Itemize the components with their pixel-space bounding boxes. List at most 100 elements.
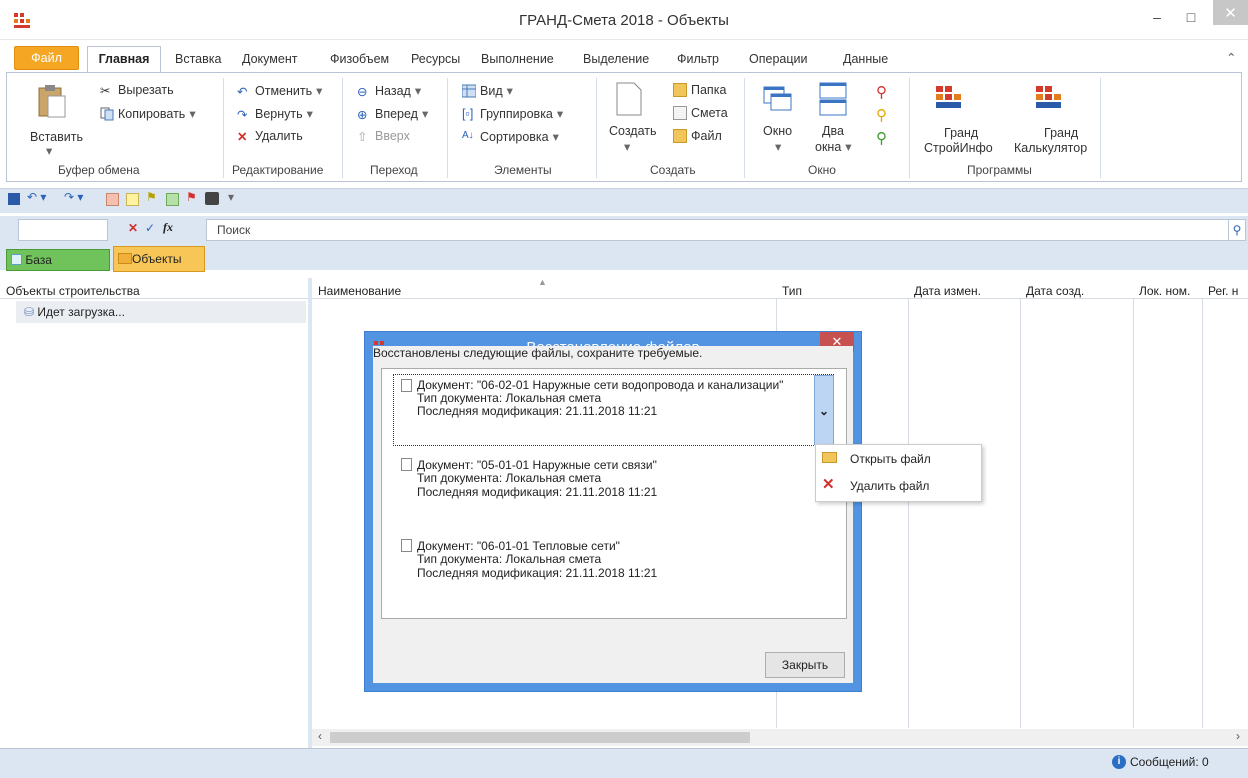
view-grid-icon (462, 84, 476, 97)
sort-az-icon: A↓ (462, 129, 474, 141)
messages-count[interactable]: Сообщений: 0 (1130, 755, 1209, 769)
create-button[interactable]: Создать (609, 124, 657, 138)
close-dialog-button[interactable]: Закрыть (765, 652, 845, 678)
info-icon: i (1112, 755, 1126, 769)
two-windows-icon (819, 82, 847, 116)
up-folder-icon: ⇧ (357, 130, 368, 144)
paste-icon (38, 85, 66, 118)
redo-button[interactable]: ↷ Вернуть ▾ (237, 106, 313, 122)
grand-stroyinfo-button[interactable]: СтройИнфо (924, 141, 993, 155)
window-cascade-icon (763, 86, 792, 111)
tree-item-loading[interactable]: ⛁ Идет загрузка... (16, 301, 306, 323)
file-1-dropdown-icon[interactable]: ⌄ (814, 375, 834, 445)
grouping-button[interactable]: [▫] Группировка ▾ (462, 106, 563, 122)
menu-open-file[interactable]: Открыть файл (850, 452, 931, 466)
tab-selection[interactable]: Выделение (583, 52, 649, 66)
red-flag-icon[interactable]: ⚑ (186, 190, 197, 204)
estimate-button[interactable]: Смета (673, 106, 728, 120)
document-icon (401, 458, 412, 471)
folder-button[interactable]: Папка (673, 83, 726, 97)
open-folder-icon (822, 452, 837, 463)
forward-button[interactable]: ⊕ Вперед ▾ (357, 106, 428, 122)
maximize-button[interactable]: □ (1176, 6, 1206, 28)
menu-delete-file[interactable]: Удалить файл (850, 479, 929, 493)
confirm-edit-icon[interactable]: ✓ (145, 221, 155, 235)
folder-label: Папка (691, 83, 727, 97)
elements-group-label: Элементы (494, 163, 552, 177)
copy-button[interactable]: Копировать ▾ (100, 106, 196, 121)
tab-resources[interactable]: Ресурсы (411, 52, 460, 66)
tab-home[interactable]: Главная (87, 46, 161, 73)
back-label: Назад (375, 83, 411, 98)
up-label: Вверх (375, 129, 410, 143)
up-button[interactable]: ⇧ Вверх (357, 129, 410, 144)
grand-stroyinfo-icon (936, 86, 961, 108)
color-salmon-icon[interactable] (106, 193, 119, 206)
col-type[interactable]: Тип (782, 284, 802, 298)
back-arrow-icon: ⊖ (357, 84, 368, 99)
col-reg-num[interactable]: Рег. н (1208, 284, 1248, 298)
back-button[interactable]: ⊖ Назад ▾ (357, 83, 421, 99)
search-icon[interactable]: ⚲ (1228, 219, 1246, 241)
undo-button[interactable]: ↶ Отменить ▾ (237, 83, 322, 99)
col-name[interactable]: Наименование (318, 284, 401, 298)
function-icon[interactable]: fx (163, 220, 173, 235)
color-yellow-icon[interactable] (126, 193, 139, 206)
delete-button[interactable]: ✕ Удалить (237, 129, 303, 144)
file-1-mod: Последняя модификация: 21.11.2018 11:21 (417, 404, 658, 418)
view-button[interactable]: Вид ▾ (462, 83, 513, 98)
col-created[interactable]: Дата созд. (1026, 284, 1084, 298)
database-icon: ⛁ (24, 305, 35, 319)
qat-undo-icon[interactable]: ↶ ▾ (27, 190, 46, 204)
cell-name-field[interactable] (18, 219, 108, 241)
col-modified[interactable]: Дата измен. (914, 284, 981, 298)
filter-flag-icon[interactable]: ⚑ (146, 190, 157, 204)
collapse-ribbon-icon[interactable]: ⌃ (1226, 50, 1236, 65)
tab-document[interactable]: Документ (242, 52, 297, 66)
file-2-type: Тип документа: Локальная смета (417, 471, 602, 485)
tab-data[interactable]: Данные (843, 52, 888, 66)
delete-icon: ✕ (237, 130, 248, 144)
view-label: Вид (480, 83, 503, 98)
color-green-icon[interactable] (166, 193, 179, 206)
tab-file[interactable]: Файл (14, 46, 79, 70)
cancel-edit-icon[interactable]: ✕ (128, 221, 138, 235)
file-2-mod: Последняя модификация: 21.11.2018 11:21 (417, 485, 658, 499)
tab-filter[interactable]: Фильтр (677, 52, 719, 66)
tab-objects[interactable]: Объекты (113, 246, 205, 272)
tab-physvolume[interactable]: Физобъем (330, 52, 389, 66)
scroll-left-icon[interactable]: ‹ (318, 729, 322, 743)
tab-insert[interactable]: Вставка (175, 52, 221, 66)
qat-redo-icon[interactable]: ↷ ▾ (64, 190, 83, 204)
col-local-num[interactable]: Лок. ном. (1139, 284, 1190, 298)
status-bar (0, 748, 1248, 778)
minimize-button[interactable]: – (1142, 6, 1172, 28)
window-button[interactable]: Окно (763, 124, 792, 138)
file-icon (673, 129, 687, 143)
search-input[interactable]: Поиск (206, 219, 1230, 241)
spell-icon[interactable] (205, 192, 219, 205)
tab-execution[interactable]: Выполнение (481, 52, 554, 66)
tab-base[interactable]: База (6, 249, 110, 271)
scroll-thumb[interactable] (330, 732, 750, 743)
document-icon (401, 539, 412, 552)
tree-header: Объекты строительства (6, 284, 140, 298)
cut-button[interactable]: ✂ Вырезать (100, 83, 174, 98)
undo-icon: ↶ (237, 84, 248, 99)
tab-operations[interactable]: Операции (749, 52, 807, 66)
scroll-right-icon[interactable]: › (1236, 729, 1240, 743)
qat-customize-icon[interactable]: ▾ (228, 190, 234, 204)
save-icon[interactable] (8, 193, 20, 205)
estimate-doc-icon (673, 106, 687, 120)
file-3-mod: Последняя модификация: 21.11.2018 11:21 (417, 566, 658, 580)
sort-button[interactable]: A↓ Сортировка ▾ (462, 129, 559, 145)
close-window-button[interactable]: ✕ (1213, 0, 1248, 25)
paste-button[interactable]: Вставить (30, 130, 83, 144)
pin-green-icon[interactable]: ⚲ (876, 129, 887, 147)
pin-yellow-icon[interactable]: ⚲ (876, 106, 887, 124)
grand-calculator-button[interactable]: Калькулятор (1014, 141, 1087, 155)
two-windows-button[interactable]: Два (822, 124, 844, 138)
pin-red-icon[interactable]: ⚲ (876, 83, 887, 101)
file-button[interactable]: Файл (673, 129, 722, 143)
create-group-label: Создать (650, 163, 696, 177)
